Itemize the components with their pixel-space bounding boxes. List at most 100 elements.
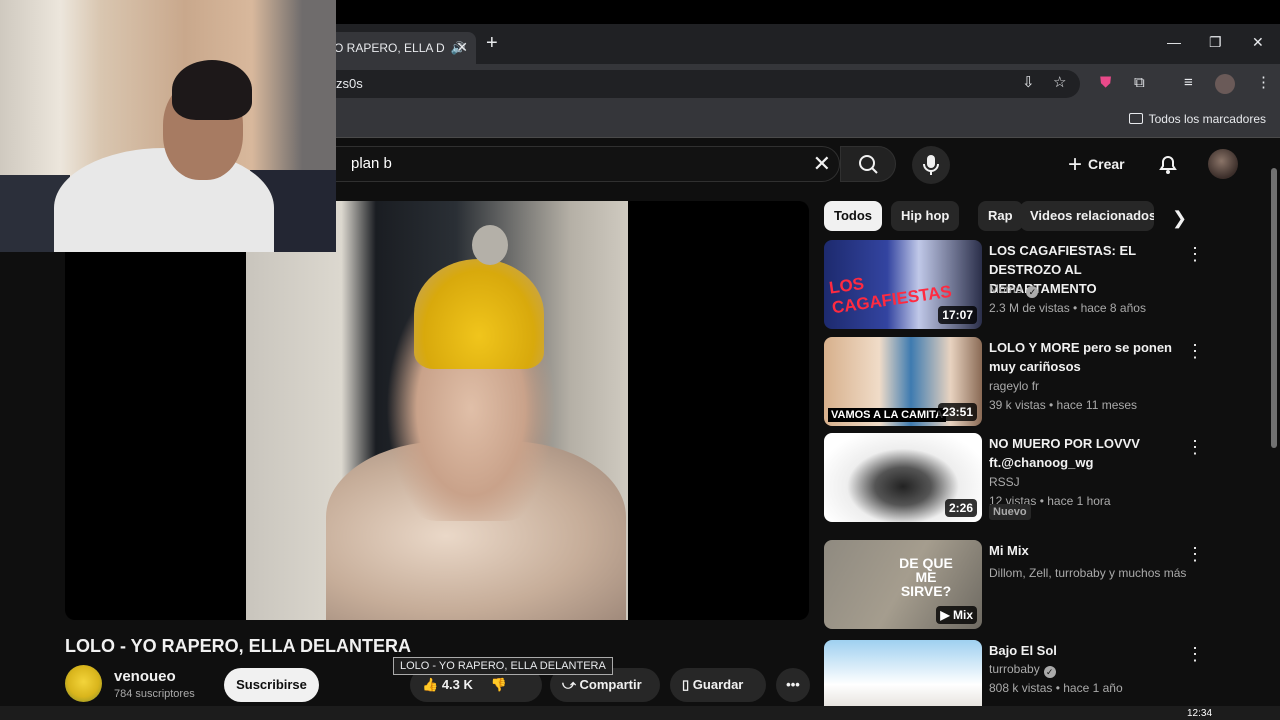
channel-name[interactable]: venoueo <box>114 668 176 685</box>
new-tab-button[interactable]: + <box>486 33 498 53</box>
video-pompom-shape <box>472 225 508 265</box>
duration-badge: 23:51 <box>938 403 977 421</box>
title-tooltip: LOLO - YO RAPERO, ELLA DELANTERA <box>393 657 613 675</box>
clear-search-icon[interactable]: ✕ <box>813 147 831 181</box>
video-beanie-shape <box>414 259 544 369</box>
bookmark-icon: ▯ <box>682 677 690 692</box>
close-tab-icon[interactable]: ✕ <box>456 39 468 56</box>
recommendations-list: LOS CAGAFIESTAS 17:07 LOS CAGAFIESTAS: E… <box>824 240 1224 720</box>
save-button[interactable]: ▯ Guardar <box>670 668 766 702</box>
microphone-icon <box>923 155 939 175</box>
minimize-icon[interactable]: — <box>1167 34 1181 50</box>
all-bookmarks-folder[interactable]: Todos los marcadores <box>1128 112 1266 126</box>
recommendation-meta: 808 k vistas • hace 1 año <box>989 681 1123 695</box>
video-thumbnail[interactable]: VAMOS A LA CAMITA 23:51 <box>824 337 982 426</box>
recommendation-item[interactable]: VAMOS A LA CAMITA 23:51 LOLO Y MORE pero… <box>824 337 1214 427</box>
share-icon: ⤻ <box>562 677 576 692</box>
thumbnail-text: VAMOS A LA CAMITA <box>828 408 947 422</box>
voice-search-button[interactable] <box>912 146 950 184</box>
more-options-icon[interactable]: ⋮ <box>1186 437 1204 458</box>
recommendation-channel[interactable]: Momo ✓ <box>989 282 1039 298</box>
duration-badge: 17:07 <box>938 306 977 324</box>
account-avatar[interactable] <box>1208 149 1238 179</box>
scrollbar-thumb[interactable] <box>1271 168 1277 448</box>
more-actions-button[interactable]: ••• <box>776 668 810 702</box>
save-label: Guardar <box>692 677 744 692</box>
chip-rap[interactable]: Rap <box>978 201 1023 231</box>
install-app-icon[interactable]: ⇩ <box>1022 74 1035 92</box>
webcam-overlay <box>0 0 336 252</box>
recommendation-channel[interactable]: rageylo fr <box>989 379 1039 393</box>
bookmark-star-icon[interactable]: ☆ <box>1053 74 1066 92</box>
webcam-shirt-shape <box>54 148 274 252</box>
recommendation-title[interactable]: Bajo El Sol <box>989 641 1189 660</box>
chip-videos-relacionados[interactable]: Videos relacionados <box>1020 201 1154 231</box>
browser-tab[interactable]: O RAPERO, ELLA D 🔊 ✕ <box>320 32 476 64</box>
verified-icon: ✓ <box>1043 666 1056 678</box>
more-options-icon[interactable]: ⋮ <box>1186 644 1204 665</box>
recommendation-title[interactable]: Mi Mix <box>989 541 1189 560</box>
extensions-puzzle-icon[interactable]: ⧉ <box>1134 74 1145 92</box>
video-thumbnail[interactable]: DE QUE ME SIRVE? ▶ Mix <box>824 540 982 629</box>
media-control-icon[interactable]: ≡ <box>1184 74 1193 92</box>
video-title: LOLO - YO RAPERO, ELLA DELANTERA <box>65 636 412 656</box>
more-horizontal-icon: ••• <box>786 677 800 692</box>
chip-hip-hop[interactable]: Hip hop <box>891 201 960 231</box>
thumbs-up-icon[interactable]: 👍 <box>422 677 438 692</box>
browser-menu-icon[interactable]: ⋮ <box>1256 74 1271 92</box>
recommendation-meta: 2.3 M de vistas • hace 8 años <box>989 301 1146 315</box>
bell-icon <box>1159 156 1177 174</box>
recommendation-item[interactable]: LOS CAGAFIESTAS 17:07 LOS CAGAFIESTAS: E… <box>824 240 1214 330</box>
notifications-button[interactable] <box>1156 152 1180 181</box>
page-scrollbar[interactable] <box>1268 148 1280 708</box>
duration-badge: 2:26 <box>944 499 977 517</box>
video-player[interactable] <box>65 201 809 620</box>
webcam-hair-shape <box>172 60 252 120</box>
windows-taskbar: 12:34 <box>0 706 1280 720</box>
video-frame <box>246 201 628 620</box>
verified-icon: ✓ <box>1026 286 1039 298</box>
like-count: 4.3 K <box>441 677 473 692</box>
recommendation-channel[interactable]: RSSJ <box>989 475 1020 489</box>
profile-avatar[interactable] <box>1215 74 1235 94</box>
search-input[interactable]: plan b ✕ <box>336 146 840 182</box>
recommendation-meta: 39 k vistas • hace 11 meses <box>989 398 1138 412</box>
channel-avatar[interactable] <box>65 665 102 702</box>
mix-label: Mix <box>952 608 973 622</box>
video-thumbnail[interactable]: LOS CAGAFIESTAS 17:07 <box>824 240 982 329</box>
create-label: Crear <box>1088 156 1125 172</box>
recommendation-channel[interactable]: turrobaby ✓ <box>989 662 1056 678</box>
tab-title: O RAPERO, ELLA D <box>334 41 445 55</box>
more-options-icon[interactable]: ⋮ <box>1186 544 1204 565</box>
window-close-icon[interactable]: ✕ <box>1252 34 1264 51</box>
omnibox[interactable]: zs0s <box>280 70 1080 98</box>
create-button[interactable]: + Crear <box>1068 146 1125 182</box>
recommendation-title[interactable]: NO MUERO POR LOVVV ft.@chanoog_wg <box>989 434 1189 472</box>
recommendation-item[interactable]: 2:26 NO MUERO POR LOVVV ft.@chanoog_wg R… <box>824 433 1214 523</box>
channel-name: Momo <box>989 282 1023 296</box>
folder-icon <box>1128 113 1143 124</box>
search-button[interactable] <box>840 146 896 182</box>
thumbs-down-icon[interactable]: 👎 <box>491 677 507 692</box>
video-thumbnail[interactable]: 2:26 <box>824 433 982 522</box>
channel-name: turrobaby <box>989 662 1040 676</box>
filter-chips: Todos Hip hop Rap Videos relacionados ❯ <box>824 201 1194 231</box>
recommendation-channel[interactable]: Dillom, Zell, turrobaby y muchos más <box>989 566 1209 580</box>
chevron-right-icon[interactable]: ❯ <box>1172 208 1187 229</box>
thumbnail-text: DE QUE ME SIRVE? <box>899 555 953 599</box>
extension-shield-icon[interactable]: ⛊ <box>1100 74 1111 92</box>
recommendation-item[interactable]: DE QUE ME SIRVE? ▶ Mix Mi Mix Dillom, Ze… <box>824 540 1214 630</box>
restore-icon[interactable]: ❐ <box>1209 34 1222 51</box>
mix-icon: ▶ <box>940 608 950 622</box>
plus-icon: + <box>1068 151 1083 178</box>
search-icon <box>859 155 878 174</box>
mix-badge: ▶ Mix <box>936 606 977 624</box>
taskbar-clock: 12:34 <box>1187 708 1213 719</box>
chip-todos[interactable]: Todos <box>824 201 883 231</box>
more-options-icon[interactable]: ⋮ <box>1186 244 1204 265</box>
subscriber-count: 784 suscriptores <box>114 688 195 700</box>
share-label: Compartir <box>579 677 642 692</box>
more-options-icon[interactable]: ⋮ <box>1186 341 1204 362</box>
subscribe-button[interactable]: Suscribirse <box>224 668 319 702</box>
recommendation-title[interactable]: LOLO Y MORE pero se ponen muy cariñosos <box>989 338 1189 376</box>
